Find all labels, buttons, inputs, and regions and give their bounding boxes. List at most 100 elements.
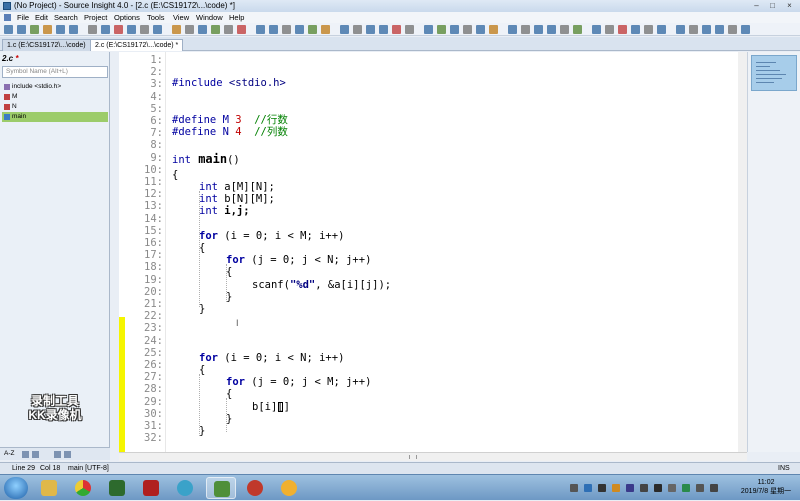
book-icon[interactable] xyxy=(54,451,61,458)
toolbar-icon[interactable] xyxy=(353,25,362,34)
toolbar-icon[interactable] xyxy=(644,25,653,34)
tray-icon[interactable] xyxy=(682,484,690,492)
toolbar-icon[interactable] xyxy=(424,25,433,34)
toolbar-icon[interactable] xyxy=(237,25,246,34)
toolbar-icon[interactable] xyxy=(101,25,110,34)
toolbar-icon[interactable] xyxy=(476,25,485,34)
tray-icon[interactable] xyxy=(598,484,606,492)
tab-1c[interactable]: 1.c (E:\CS19172\...\code) xyxy=(2,39,91,51)
taskbar-browser[interactable] xyxy=(170,477,200,499)
toolbar-icon[interactable] xyxy=(43,25,52,34)
taskbar-recorder[interactable] xyxy=(136,477,166,499)
symbol-item-m[interactable]: M xyxy=(2,92,108,102)
taskbar-app7[interactable] xyxy=(240,477,270,499)
start-button[interactable] xyxy=(4,477,28,499)
toolbar-icon[interactable] xyxy=(379,25,388,34)
toolbar-icon[interactable] xyxy=(547,25,556,34)
menu-window[interactable]: Window xyxy=(196,12,223,23)
toolbar-icon[interactable] xyxy=(321,25,330,34)
toolbar-icon[interactable] xyxy=(88,25,97,34)
toolbar-icon[interactable] xyxy=(69,25,78,34)
list-view-icon[interactable] xyxy=(22,451,29,458)
tray-icon[interactable] xyxy=(584,484,592,492)
toolbar-icon[interactable] xyxy=(689,25,698,34)
toolbar-icon[interactable] xyxy=(437,25,446,34)
toolbar-icon[interactable] xyxy=(676,25,685,34)
toolbar-icon[interactable] xyxy=(715,25,724,34)
tray-icon[interactable] xyxy=(570,484,578,492)
horizontal-scrollbar[interactable] xyxy=(119,452,747,461)
toolbar-icon[interactable] xyxy=(308,25,317,34)
toolbar-icon[interactable] xyxy=(573,25,582,34)
toolbar-icon[interactable] xyxy=(224,25,233,34)
taskbar-explorer[interactable] xyxy=(34,477,64,499)
volume-icon[interactable] xyxy=(710,484,718,492)
toolbar-icon[interactable] xyxy=(56,25,65,34)
symbol-item-n[interactable]: N xyxy=(2,102,108,112)
taskbar-source-insight[interactable] xyxy=(206,477,236,499)
toolbar-icon[interactable] xyxy=(114,25,123,34)
tab-2c[interactable]: 2.c (E:\CS19172\...\code) * xyxy=(90,39,184,51)
toolbar-icon[interactable] xyxy=(153,25,162,34)
toolbar-icon[interactable] xyxy=(560,25,569,34)
toolbar-icon[interactable] xyxy=(172,25,181,34)
symbol-item-include[interactable]: include <stdio.h> xyxy=(2,82,108,92)
toolbar-icon[interactable] xyxy=(741,25,750,34)
toolbar-icon[interactable] xyxy=(463,25,472,34)
menu-project[interactable]: Project xyxy=(84,12,107,23)
sort-az-button[interactable]: A-Z xyxy=(4,450,14,457)
taskbar-app3[interactable] xyxy=(102,477,132,499)
taskbar-app8[interactable] xyxy=(274,477,304,499)
toolbar-icon[interactable] xyxy=(295,25,304,34)
toolbar-icon[interactable] xyxy=(631,25,640,34)
menu-tools[interactable]: Tools xyxy=(147,12,165,23)
toolbar-icon[interactable] xyxy=(489,25,498,34)
tray-icon[interactable] xyxy=(668,484,676,492)
symbol-search-input[interactable]: Symbol Name (Alt+L) xyxy=(2,66,108,78)
toolbar-icon[interactable] xyxy=(17,25,26,34)
toolbar-icon[interactable] xyxy=(592,25,601,34)
menu-search[interactable]: Search xyxy=(54,12,78,23)
menu-view[interactable]: View xyxy=(173,12,189,23)
toolbar-icon[interactable] xyxy=(450,25,459,34)
tray-icon[interactable] xyxy=(626,484,634,492)
toolbar-icon[interactable] xyxy=(211,25,220,34)
menu-help[interactable]: Help xyxy=(229,12,244,23)
toolbar-icon[interactable] xyxy=(605,25,614,34)
toolbar-icon[interactable] xyxy=(366,25,375,34)
toolbar-icon[interactable] xyxy=(140,25,149,34)
toolbar-icon[interactable] xyxy=(340,25,349,34)
toolbar-icon[interactable] xyxy=(282,25,291,34)
toolbar-icon[interactable] xyxy=(657,25,666,34)
toolbar-icon[interactable] xyxy=(534,25,543,34)
toolbar-icon[interactable] xyxy=(618,25,627,34)
toolbar-icon[interactable] xyxy=(392,25,401,34)
scroll-grip[interactable] xyxy=(409,455,417,459)
menu-edit[interactable]: Edit xyxy=(35,12,48,23)
toolbar-icon[interactable] xyxy=(4,25,13,34)
taskbar-chrome[interactable] xyxy=(68,477,98,499)
vertical-scrollbar[interactable] xyxy=(738,52,747,452)
menu-options[interactable]: Options xyxy=(114,12,140,23)
close-button[interactable]: × xyxy=(785,1,794,10)
tray-icon[interactable] xyxy=(612,484,620,492)
minimize-button[interactable]: – xyxy=(752,1,761,10)
toolbar-icon[interactable] xyxy=(30,25,39,34)
network-icon[interactable] xyxy=(696,484,704,492)
tray-icon[interactable] xyxy=(640,484,648,492)
menu-file[interactable]: File xyxy=(17,12,29,23)
toolbar-icon[interactable] xyxy=(127,25,136,34)
symbol-item-main[interactable]: main xyxy=(2,112,108,122)
overview-viewport[interactable] xyxy=(751,55,797,91)
toolbar-icon[interactable] xyxy=(728,25,737,34)
toolbar-icon[interactable] xyxy=(256,25,265,34)
overview-panel[interactable] xyxy=(747,52,800,452)
tree-view-icon[interactable] xyxy=(32,451,39,458)
clock[interactable]: 11:02 2019/7/8 星期一 xyxy=(736,478,796,496)
toolbar-icon[interactable] xyxy=(521,25,530,34)
toolbar-icon[interactable] xyxy=(198,25,207,34)
toolbar-icon[interactable] xyxy=(405,25,414,34)
tray-icon[interactable] xyxy=(654,484,662,492)
panel-icon[interactable] xyxy=(64,451,71,458)
toolbar-icon[interactable] xyxy=(269,25,278,34)
